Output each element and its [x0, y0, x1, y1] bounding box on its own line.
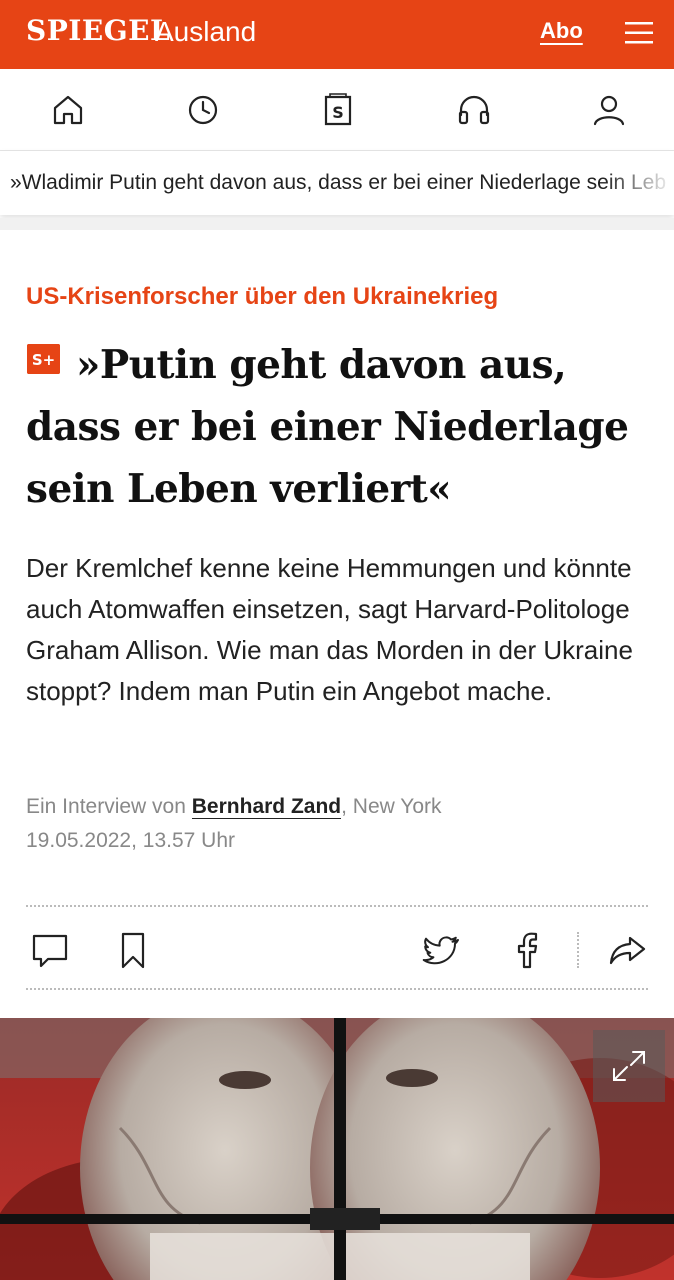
publish-date: 19.05.2022, 13.57 Uhr: [26, 829, 235, 852]
facebook-icon[interactable]: [507, 930, 547, 970]
hamburger-menu-icon[interactable]: [624, 18, 654, 48]
expand-icon: [613, 1051, 645, 1081]
article-headline: »Putin geht davon aus, dass er bei einer…: [26, 334, 656, 520]
icon-nav-bar: S: [0, 69, 674, 151]
action-bar-bottom-rule: [26, 988, 648, 990]
user-icon[interactable]: [592, 93, 626, 127]
clock-icon[interactable]: [186, 93, 220, 127]
byline: Ein Interview von Bernhard Zand, New Yor…: [26, 790, 442, 824]
expand-image-button[interactable]: [593, 1030, 665, 1102]
svg-text:S: S: [332, 103, 344, 122]
section-divider: [0, 218, 674, 230]
article-meta: Ein Interview von Bernhard Zand, New Yor…: [26, 790, 442, 858]
ticker-fade: [604, 151, 674, 215]
hero-image[interactable]: [0, 1018, 674, 1280]
action-bar-top-rule: [26, 905, 648, 907]
badge-text: S+: [32, 351, 55, 369]
share-icon[interactable]: [608, 930, 648, 970]
author-link[interactable]: Bernhard Zand: [191, 795, 342, 819]
section-title[interactable]: Ausland: [155, 16, 256, 48]
headphones-icon[interactable]: [457, 93, 491, 127]
action-separator: [577, 932, 579, 968]
ticker-text[interactable]: »Wladimir Putin geht davon aus, dass er …: [10, 171, 666, 195]
byline-location: , New York: [341, 795, 442, 818]
spiegel-logo[interactable]: SPIEGEL: [26, 14, 170, 47]
bookmark-icon[interactable]: [113, 930, 153, 970]
top-bar: SPIEGEL Ausland Abo: [0, 0, 674, 69]
article-kicker: US-Krisenforscher über den Ukrainekrieg: [26, 283, 499, 310]
spiegel-plus-icon[interactable]: S: [321, 93, 355, 127]
article-lead: Der Kremlchef kenne keine Hemmungen und …: [26, 553, 633, 706]
twitter-icon[interactable]: [422, 930, 462, 970]
comment-icon[interactable]: [30, 930, 70, 970]
headline-text: »Putin geht davon aus, dass er bei einer…: [26, 342, 629, 512]
abo-link[interactable]: Abo: [540, 18, 583, 44]
spiegel-plus-badge: S+: [27, 344, 60, 374]
teaser-ticker[interactable]: »Wladimir Putin geht davon aus, dass er …: [0, 151, 674, 215]
home-icon[interactable]: [51, 93, 85, 127]
byline-prefix: Ein Interview von: [26, 795, 186, 818]
